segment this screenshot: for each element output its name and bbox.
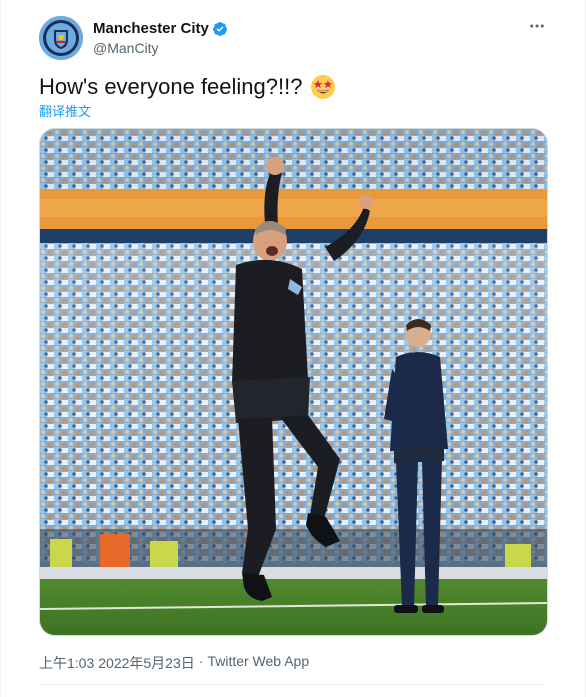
- tweet-photo[interactable]: [39, 128, 548, 636]
- meta-separator: ·: [198, 653, 204, 669]
- tweet-text-content: How's everyone feeling?!!?: [39, 74, 303, 99]
- author-handle[interactable]: @ManCity: [93, 39, 228, 57]
- more-horizontal-icon: [530, 24, 544, 28]
- author-names: Manchester City @ManCity: [93, 19, 228, 57]
- celebration-photo: [40, 129, 547, 635]
- tweet-time[interactable]: 上午1:03: [39, 653, 94, 673]
- star-struck-emoji-icon: [311, 75, 336, 99]
- tweet-card: Manchester City @ManCity How's everyone …: [0, 0, 586, 697]
- translate-tweet-link[interactable]: 翻译推文: [39, 101, 91, 120]
- divider: [39, 684, 547, 685]
- author-display-name[interactable]: Manchester City: [93, 19, 228, 38]
- tweet-source[interactable]: Twitter Web App: [207, 653, 309, 673]
- avatar[interactable]: [39, 16, 83, 60]
- tweet-header: Manchester City @ManCity: [39, 16, 549, 60]
- display-name-text: Manchester City: [93, 20, 209, 37]
- more-options-button[interactable]: [527, 16, 547, 36]
- club-crest-icon: [39, 16, 83, 60]
- tweet-text: How's everyone feeling?!!?: [39, 73, 336, 101]
- tweet-date[interactable]: 2022年5月23日: [98, 653, 195, 673]
- verified-badge-icon: [212, 21, 227, 36]
- tweet-meta: 上午1:03 2022年5月23日 · Twitter Web App: [39, 653, 309, 673]
